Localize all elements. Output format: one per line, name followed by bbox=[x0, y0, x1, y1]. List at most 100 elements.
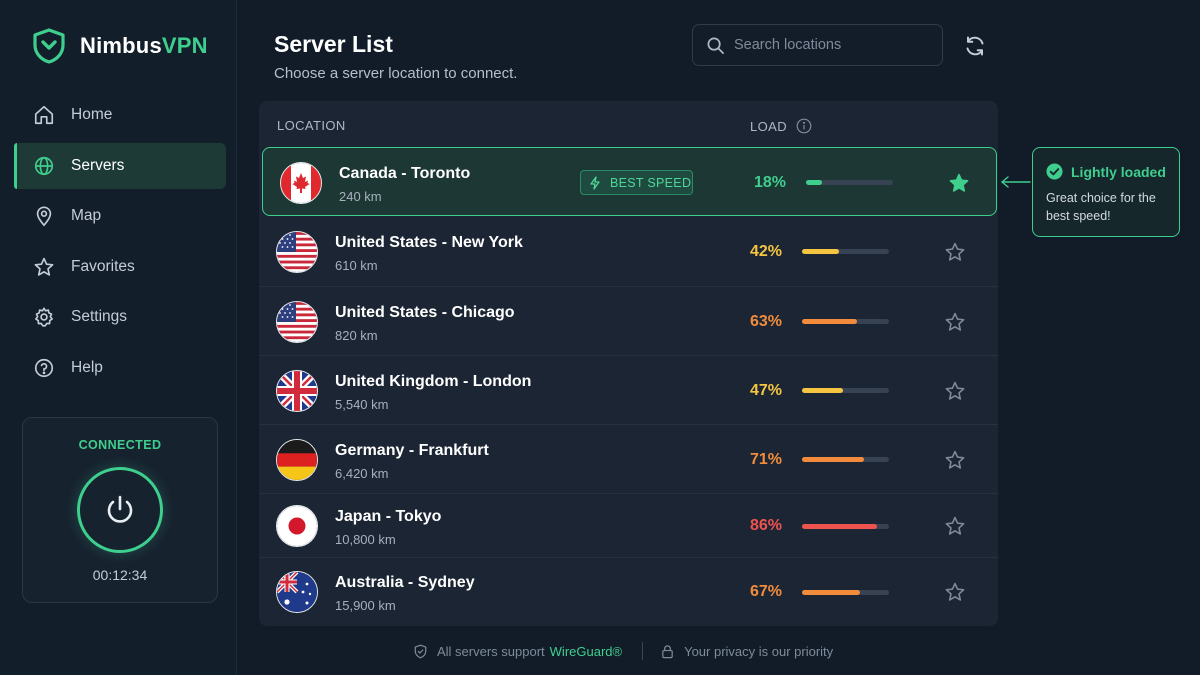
sidebar-item-label: Help bbox=[71, 358, 103, 376]
star-outline-icon[interactable] bbox=[944, 380, 966, 402]
power-button[interactable] bbox=[77, 467, 163, 553]
location-name: Australia - Sydney bbox=[335, 574, 475, 591]
star-outline-icon[interactable] bbox=[944, 581, 966, 603]
load-bar-fill bbox=[802, 249, 839, 254]
sidebar-nav: Home Servers Map Favorites Settings Help bbox=[14, 92, 226, 395]
column-header-load-label: LOAD bbox=[750, 118, 788, 134]
lock-icon bbox=[662, 644, 673, 658]
star-icon bbox=[34, 257, 54, 276]
refresh-icon[interactable] bbox=[963, 34, 987, 58]
load-percent: 67% bbox=[750, 583, 783, 600]
sidebar-item-favorites[interactable]: Favorites bbox=[14, 244, 226, 290]
search-box[interactable] bbox=[692, 24, 943, 66]
check-circle-icon bbox=[1046, 163, 1063, 180]
footer-protocol: WireGuard® bbox=[549, 643, 623, 659]
location-name: Germany - Frankfurt bbox=[335, 441, 489, 459]
location-name: Canada - Toronto bbox=[339, 164, 471, 182]
sidebar-item-servers[interactable]: Servers bbox=[14, 142, 226, 189]
location-distance: 10,800 km bbox=[335, 532, 396, 547]
load-tooltip: Lightly loaded Great choice for the best… bbox=[1032, 147, 1180, 237]
map-pin-icon bbox=[36, 206, 52, 227]
load-percent: 86% bbox=[750, 517, 783, 534]
load-percent: 71% bbox=[750, 450, 783, 468]
app-name: NimbusVPN bbox=[80, 33, 208, 59]
flag-us-icon bbox=[276, 230, 318, 273]
tooltip-title-text: Lightly loaded bbox=[1071, 163, 1166, 180]
load-bar bbox=[802, 388, 889, 393]
location-name: United States - New York bbox=[335, 233, 523, 251]
power-icon bbox=[107, 495, 133, 523]
load-bar-fill bbox=[802, 388, 843, 393]
location-distance: 5,540 km bbox=[335, 396, 389, 412]
sidebar-item-map[interactable]: Map bbox=[14, 193, 226, 239]
location-name: Japan - Tokyo bbox=[335, 508, 442, 525]
star-outline-icon[interactable] bbox=[944, 515, 966, 537]
load-percent: 63% bbox=[750, 312, 783, 330]
sidebar-item-home[interactable]: Home bbox=[14, 92, 226, 138]
help-icon bbox=[34, 358, 54, 377]
gear-icon bbox=[35, 307, 53, 327]
load-bar-fill bbox=[802, 457, 864, 462]
load-bar-fill bbox=[802, 319, 857, 324]
star-outline-icon[interactable] bbox=[944, 311, 966, 333]
star-filled-icon[interactable] bbox=[948, 172, 970, 194]
load-bar bbox=[802, 589, 889, 595]
page-subtitle: Choose a server location to connect. bbox=[274, 65, 518, 82]
location-name: United Kingdom - London bbox=[335, 372, 532, 390]
sidebar-item-settings[interactable]: Settings bbox=[14, 294, 226, 340]
column-header-location[interactable]: LOCATION bbox=[277, 118, 346, 133]
server-row[interactable]: Japan - Tokyo 10,800 km 86% bbox=[259, 493, 998, 557]
home-icon bbox=[34, 105, 54, 125]
connection-timer: 00:12:34 bbox=[92, 567, 148, 583]
load-bar-fill bbox=[802, 589, 861, 595]
main-content: Server List Choose a server location to … bbox=[237, 0, 1200, 675]
best-speed-label: BEST SPEED bbox=[610, 175, 692, 190]
load-bar bbox=[802, 319, 889, 324]
sidebar-item-label: Map bbox=[71, 207, 102, 224]
load-bar bbox=[802, 249, 889, 254]
server-row[interactable]: Canada - Toronto 240 km BEST SPEED 18% bbox=[262, 147, 997, 216]
flag-ca-icon bbox=[280, 161, 322, 204]
flag-de-icon bbox=[276, 438, 318, 481]
load-percent: 47% bbox=[750, 381, 783, 399]
sidebar-item-label: Settings bbox=[71, 308, 128, 325]
load-bar bbox=[802, 523, 889, 529]
flag-us-icon bbox=[276, 300, 318, 343]
column-header-load[interactable]: LOAD bbox=[750, 118, 812, 134]
search-icon bbox=[707, 37, 724, 54]
sidebar-item-label: Home bbox=[71, 106, 113, 123]
location-distance: 6,420 km bbox=[335, 465, 389, 481]
server-list-panel: LOCATION LOAD Canada - Toronto 240 km BEST… bbox=[259, 101, 998, 626]
globe-icon bbox=[34, 156, 54, 175]
server-row[interactable]: United States - Chicago 820 km 63% bbox=[259, 286, 998, 355]
connection-card: CONNECTED 00:12:34 bbox=[22, 417, 218, 603]
sidebar: NimbusVPN Home Servers Map Favorites Set… bbox=[0, 0, 237, 675]
footer: All servers support WireGuard® Your priv… bbox=[413, 642, 833, 660]
load-bar-fill bbox=[806, 180, 822, 185]
footer-divider bbox=[642, 642, 644, 660]
load-bar bbox=[802, 457, 889, 462]
connection-status: CONNECTED bbox=[78, 438, 162, 452]
app-name-part1: Nimbus bbox=[80, 33, 162, 58]
server-row[interactable]: Germany - Frankfurt 6,420 km 71% bbox=[259, 424, 998, 493]
sidebar-item-help[interactable]: Help bbox=[14, 345, 226, 391]
location-distance: 820 km bbox=[335, 327, 378, 343]
flag-au-icon bbox=[276, 571, 318, 613]
star-outline-icon[interactable] bbox=[944, 241, 966, 263]
flag-jp-icon bbox=[276, 505, 318, 547]
page-title: Server List bbox=[274, 31, 393, 57]
server-row[interactable]: United Kingdom - London 5,540 km 47% bbox=[259, 355, 998, 424]
tooltip-body: Great choice for the best speed! bbox=[1046, 191, 1156, 223]
brand[interactable]: NimbusVPN bbox=[32, 28, 208, 64]
footer-privacy-text: Your privacy is our priority bbox=[684, 643, 834, 659]
load-bar-fill bbox=[802, 523, 877, 529]
info-icon[interactable] bbox=[796, 118, 812, 134]
star-outline-icon[interactable] bbox=[944, 449, 966, 471]
server-row[interactable]: Australia - Sydney 15,900 km 67% bbox=[259, 557, 998, 625]
tooltip-arrow-icon bbox=[1001, 176, 1031, 188]
app-name-part2: VPN bbox=[161, 33, 208, 58]
server-row[interactable]: United States - New York 610 km 42% bbox=[259, 217, 998, 286]
sidebar-item-label: Favorites bbox=[71, 257, 135, 275]
search-input[interactable] bbox=[734, 37, 924, 53]
location-distance: 610 km bbox=[335, 257, 378, 273]
